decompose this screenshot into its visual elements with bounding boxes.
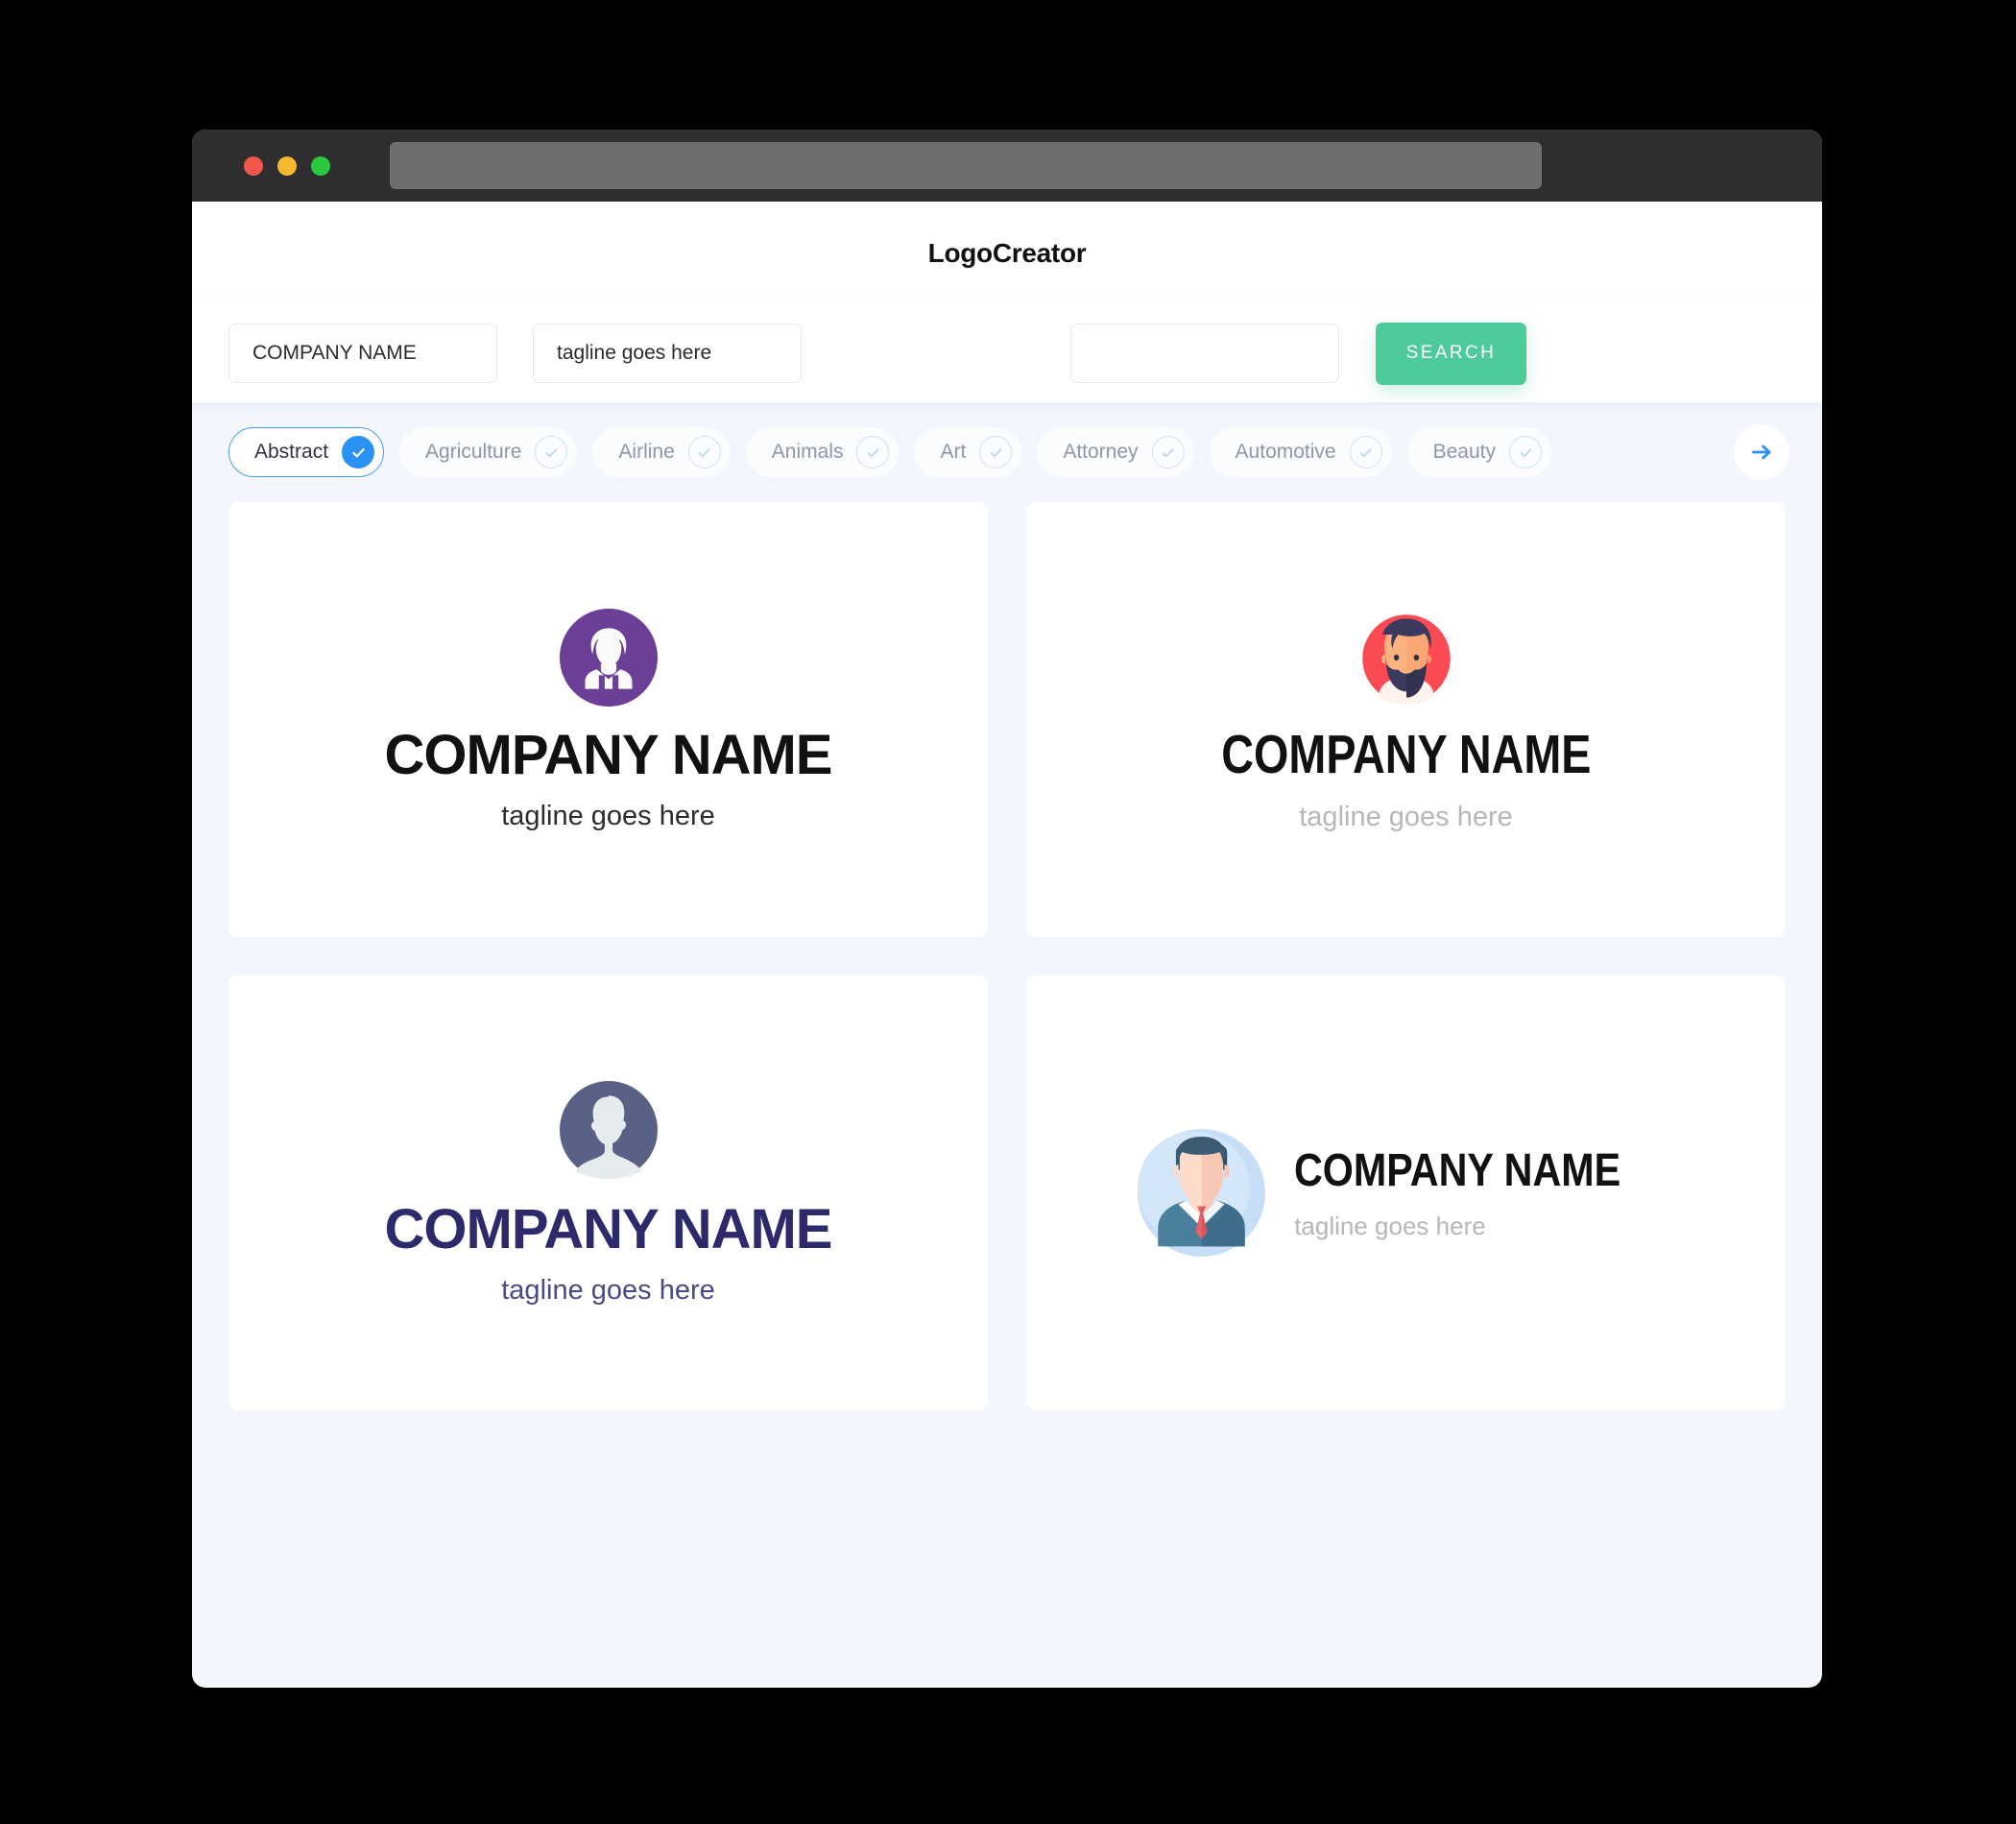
category-pill-label: Agriculture: [425, 441, 522, 463]
category-pill-art[interactable]: Art: [914, 427, 1022, 477]
category-filter-bar: Abstract Agriculture Airline Animals Art: [192, 402, 1822, 502]
logo-company-name: COMPANY NAME: [1220, 723, 1592, 785]
bearded-man-avatar-icon: [1361, 613, 1451, 705]
logo-card[interactable]: COMPANY NAME tagline goes here: [228, 502, 988, 937]
category-pill-label: Art: [940, 441, 967, 463]
logo-card[interactable]: COMPANY NAME tagline goes here: [228, 975, 988, 1410]
check-icon: [687, 436, 721, 468]
category-pill-label: Abstract: [254, 441, 329, 463]
check-icon: [979, 436, 1013, 468]
category-pill-automotive[interactable]: Automotive: [1209, 427, 1392, 477]
check-icon: [1349, 436, 1382, 468]
traffic-lights: [244, 156, 330, 176]
url-bar[interactable]: [390, 142, 1542, 189]
search-toolbar: SEARCH: [192, 304, 1822, 402]
logo-results-grid: COMPANY NAME tagline goes here COMPANY N…: [192, 502, 1822, 1447]
logo-company-name: COMPANY NAME: [384, 724, 833, 786]
page-title: LogoCreator: [927, 237, 1087, 268]
category-pill-attorney[interactable]: Attorney: [1037, 427, 1194, 477]
minimize-window-button[interactable]: [277, 156, 297, 176]
logo-tagline: tagline goes here: [501, 801, 715, 831]
keyword-input[interactable]: [1070, 324, 1339, 383]
check-icon: [342, 436, 375, 468]
maximize-window-button[interactable]: [311, 156, 330, 176]
category-pill-label: Beauty: [1432, 441, 1496, 463]
logo-tagline: tagline goes here: [501, 1275, 715, 1306]
logo-tagline: tagline goes here: [1294, 1211, 1486, 1240]
browser-title-bar: [192, 130, 1822, 202]
close-window-button[interactable]: [244, 156, 263, 176]
silhouette-avatar-icon: [559, 1081, 658, 1179]
category-pill-animals[interactable]: Animals: [745, 427, 900, 477]
category-pill-beauty[interactable]: Beauty: [1406, 427, 1551, 477]
logo-card[interactable]: COMPANY NAME tagline goes here: [1026, 502, 1786, 937]
logo-company-name: COMPANY NAME: [1294, 1144, 1621, 1196]
category-pill-airline[interactable]: Airline: [592, 427, 731, 477]
businessman-avatar-icon: [1138, 1129, 1266, 1257]
logo-company-name: COMPANY NAME: [384, 1198, 833, 1260]
category-pill-label: Animals: [771, 441, 844, 463]
logo-tagline: tagline goes here: [1299, 801, 1513, 832]
search-button[interactable]: SEARCH: [1376, 322, 1526, 385]
check-icon: [535, 436, 568, 468]
company-name-input[interactable]: [228, 324, 497, 383]
categories-next-button[interactable]: [1734, 424, 1789, 480]
check-icon: [1509, 436, 1542, 468]
logo-card[interactable]: COMPANY NAME tagline goes here: [1026, 975, 1786, 1410]
category-pill-abstract[interactable]: Abstract: [228, 427, 385, 477]
app-header: LogoCreator: [192, 202, 1822, 304]
category-pill-agriculture[interactable]: Agriculture: [399, 427, 578, 477]
category-pill-label: Airline: [618, 441, 675, 463]
category-pill-label: Automotive: [1235, 441, 1336, 463]
check-icon: [856, 436, 890, 468]
browser-window: LogoCreator SEARCH Abstract Agriculture …: [192, 130, 1822, 1688]
check-icon: [1151, 436, 1185, 468]
person-suit-circle-icon: [559, 609, 658, 707]
category-pill-label: Attorney: [1063, 441, 1139, 463]
tagline-input[interactable]: [533, 324, 802, 383]
arrow-right-icon: [1751, 444, 1771, 460]
